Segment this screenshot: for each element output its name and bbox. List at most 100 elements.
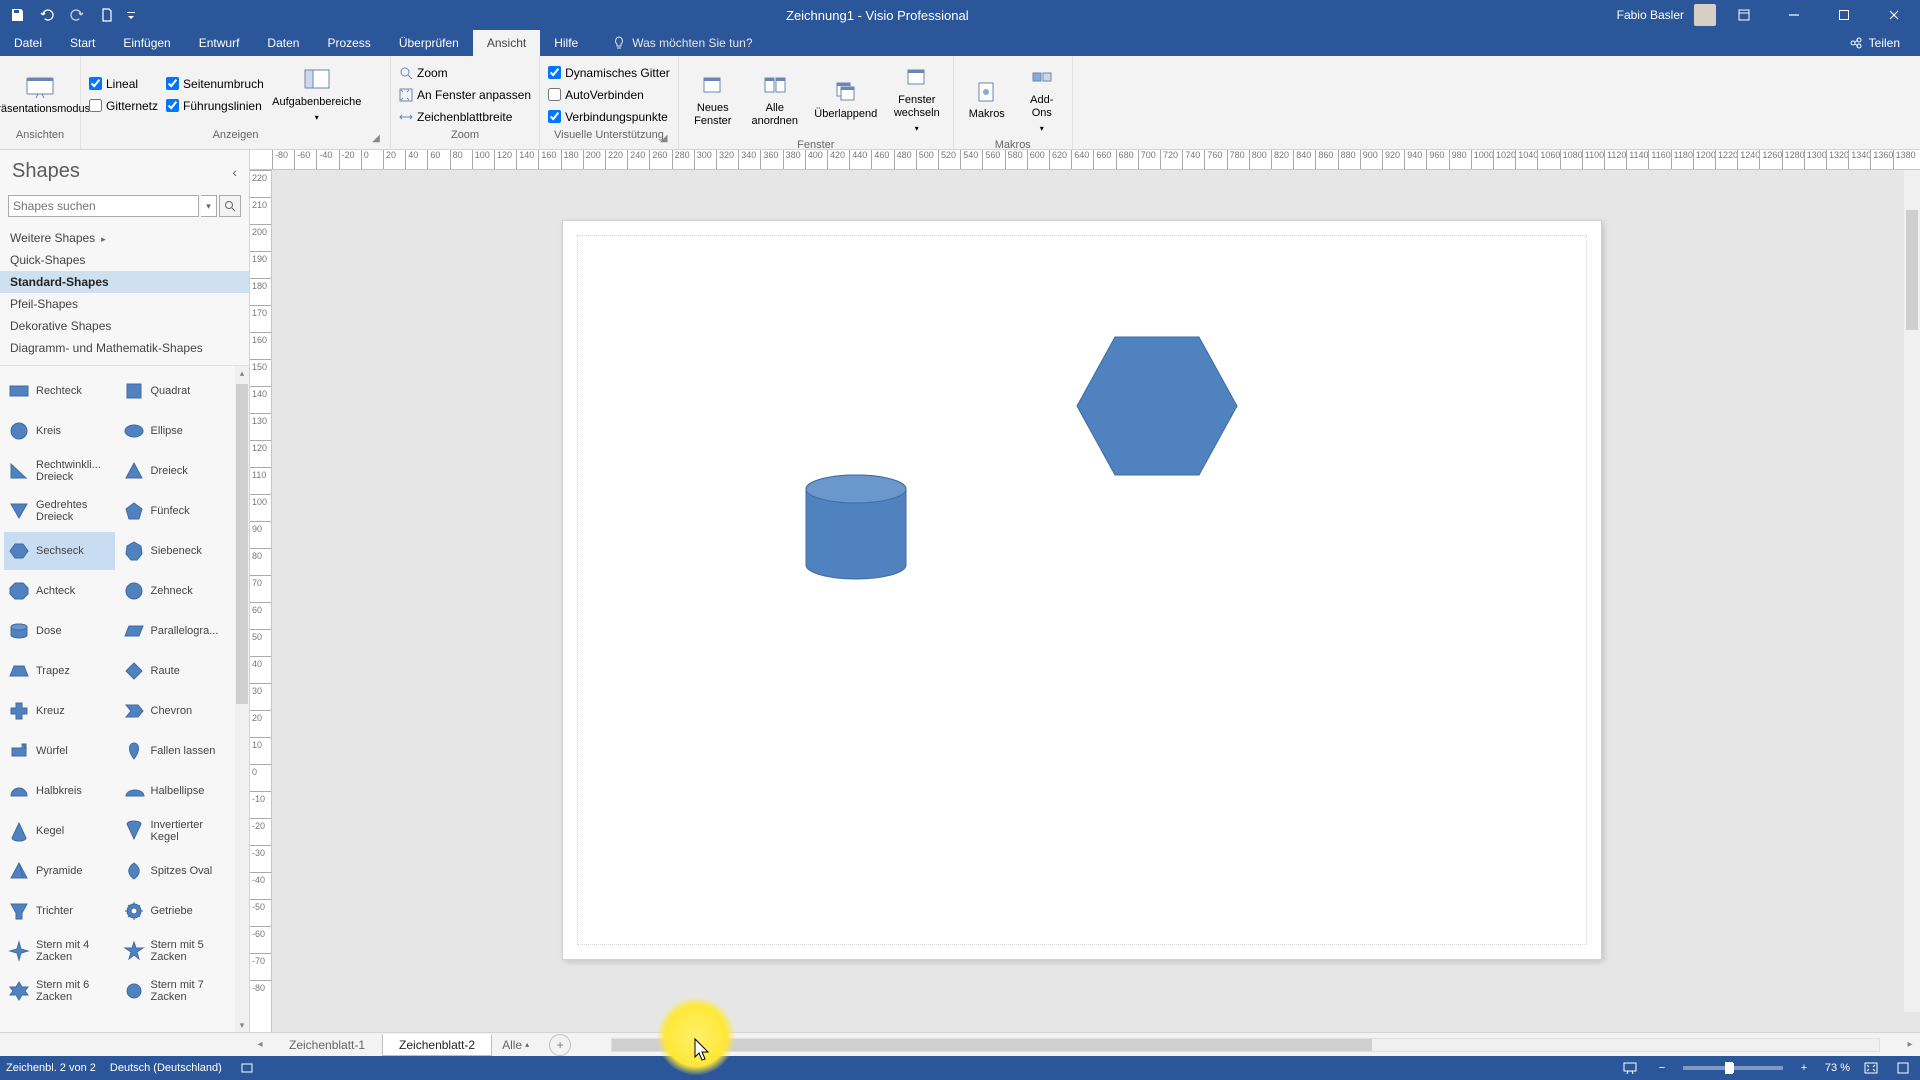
page-tab[interactable]: Zeichenblatt-1 xyxy=(272,1034,382,1056)
shape-item[interactable]: Achteck xyxy=(4,572,115,610)
shape-item[interactable]: Gedrehtes Dreieck xyxy=(4,492,115,530)
autoverbinden-checkbox[interactable]: AutoVerbinden xyxy=(548,85,670,105)
tab-entwurf[interactable]: Entwurf xyxy=(185,30,254,56)
shape-item[interactable]: Siebeneck xyxy=(119,532,230,570)
zoom-level[interactable]: 73 % xyxy=(1825,1062,1850,1074)
shape-item[interactable]: Zehneck xyxy=(119,572,230,610)
shape-dose[interactable] xyxy=(801,471,911,583)
fenster-wechseln-button[interactable]: Fenster wechseln ▾ xyxy=(889,60,945,139)
shapes-search-input[interactable] xyxy=(8,195,199,217)
shape-item[interactable]: Stern mit 6 Zacken xyxy=(4,972,115,1010)
zoom-button[interactable]: Zoom xyxy=(399,63,531,83)
shape-item[interactable]: Dreieck xyxy=(119,452,230,490)
verbindungspunkte-checkbox[interactable]: Verbindungspunkte xyxy=(548,107,670,127)
tab-start[interactable]: Start xyxy=(56,30,109,56)
shape-item[interactable]: Fünfeck xyxy=(119,492,230,530)
stencil-item[interactable]: Quick-Shapes xyxy=(0,249,249,271)
minimize-button[interactable] xyxy=(1772,0,1816,30)
addons-button[interactable]: Add-Ons ▾ xyxy=(1020,60,1064,139)
seitenumbruch-checkbox[interactable]: Seitenumbruch xyxy=(166,74,264,94)
dynamisches-gitter-checkbox[interactable]: Dynamisches Gitter xyxy=(548,63,670,83)
ribbon-display-options-button[interactable] xyxy=(1722,0,1766,30)
shape-item[interactable]: Stern mit 4 Zacken xyxy=(4,932,115,970)
redo-button[interactable] xyxy=(64,2,90,28)
add-page-button[interactable]: + xyxy=(549,1034,571,1056)
neues-fenster-button[interactable]: Neues Fenster xyxy=(687,68,739,132)
zoom-out-button[interactable]: − xyxy=(1651,1057,1673,1079)
shape-item[interactable]: Kreuz xyxy=(4,692,115,730)
shape-item[interactable]: Parallelogra... xyxy=(119,612,230,650)
language-status[interactable]: Deutsch (Deutschland) xyxy=(110,1062,222,1074)
stencil-item[interactable]: Weitere Shapes▸ xyxy=(0,227,249,249)
tab-datei[interactable]: Datei xyxy=(0,30,56,56)
shape-item[interactable]: Würfel xyxy=(4,732,115,770)
shape-item[interactable]: Spitzes Oval xyxy=(119,852,230,890)
share-button[interactable]: Teilen xyxy=(1869,36,1900,50)
new-doc-button[interactable] xyxy=(94,2,120,28)
shape-item[interactable]: Fallen lassen xyxy=(119,732,230,770)
shape-item[interactable]: Ellipse xyxy=(119,412,230,450)
close-button[interactable] xyxy=(1872,0,1916,30)
collapse-panel-button[interactable]: ‹ xyxy=(232,164,237,180)
fit-page-button[interactable] xyxy=(1860,1057,1882,1079)
shape-item[interactable]: Halbkreis xyxy=(4,772,115,810)
aufgabenbereiche-button[interactable]: Aufgabenbereiche ▾ xyxy=(272,62,362,128)
shape-item[interactable]: Pyramide xyxy=(4,852,115,890)
stencil-item[interactable]: Pfeil-Shapes xyxy=(0,293,249,315)
vertical-ruler[interactable]: 2202102001901801701601501401301201101009… xyxy=(250,170,272,1032)
dialog-launcher-icon[interactable]: ◢ xyxy=(370,133,382,145)
horizontal-scrollbar-thumb[interactable] xyxy=(612,1039,1372,1051)
shapes-scrollbar-thumb[interactable] xyxy=(236,384,248,704)
horizontal-scrollbar[interactable] xyxy=(611,1038,1880,1052)
shape-item[interactable]: Stern mit 5 Zacken xyxy=(119,932,230,970)
shape-item[interactable]: Raute xyxy=(119,652,230,690)
ueberlappend-button[interactable]: Überlappend xyxy=(811,74,881,125)
shapes-scrollbar[interactable]: ▴ ▾ xyxy=(235,366,249,1032)
user-avatar[interactable] xyxy=(1694,4,1716,26)
shape-item[interactable]: Dose xyxy=(4,612,115,650)
gitternetz-checkbox[interactable]: Gitternetz xyxy=(89,96,158,116)
search-dropdown-button[interactable]: ▾ xyxy=(201,195,217,217)
vertical-scrollbar-thumb[interactable] xyxy=(1906,210,1918,330)
shape-item[interactable]: Halbellipse xyxy=(119,772,230,810)
stencil-item[interactable]: Dekorative Shapes xyxy=(0,315,249,337)
save-button[interactable] xyxy=(4,2,30,28)
stencil-item[interactable]: Standard-Shapes xyxy=(0,271,249,293)
fuehrungslinien-checkbox[interactable]: Führungslinien xyxy=(166,96,264,116)
tab-überprüfen[interactable]: Überprüfen xyxy=(385,30,473,56)
zoom-in-button[interactable]: + xyxy=(1793,1057,1815,1079)
scroll-right-button[interactable]: ▸ xyxy=(1900,1039,1920,1050)
shape-sechseck[interactable] xyxy=(1073,333,1241,479)
shape-item[interactable]: Trichter xyxy=(4,892,115,930)
tab-daten[interactable]: Daten xyxy=(253,30,313,56)
presentation-view-button[interactable] xyxy=(1619,1057,1641,1079)
shape-item[interactable]: Rechtwinkli... Dreieck xyxy=(4,452,115,490)
canvas-viewport[interactable] xyxy=(272,170,1920,1032)
fit-window-button[interactable]: An Fenster anpassen xyxy=(399,85,531,105)
shape-item[interactable]: Quadrat xyxy=(119,372,230,410)
tab-ansicht[interactable]: Ansicht xyxy=(473,30,540,56)
macro-record-button[interactable] xyxy=(236,1057,258,1079)
page-width-button[interactable]: Zeichenblattbreite xyxy=(399,107,531,127)
sheet-nav-left[interactable]: ◂ xyxy=(252,1035,268,1055)
tab-einfügen[interactable]: Einfügen xyxy=(109,30,184,56)
shape-item[interactable]: Kegel xyxy=(4,812,115,850)
tab-hilfe[interactable]: Hilfe xyxy=(540,30,592,56)
full-screen-button[interactable] xyxy=(1892,1057,1914,1079)
stencil-item[interactable]: Diagramm- und Mathematik-Shapes xyxy=(0,337,249,359)
shape-item[interactable]: Invertierter Kegel xyxy=(119,812,230,850)
presentation-mode-button[interactable]: Präsentationsmodus xyxy=(8,69,72,120)
undo-button[interactable] xyxy=(34,2,60,28)
tab-prozess[interactable]: Prozess xyxy=(313,30,384,56)
shape-item[interactable]: Trapez xyxy=(4,652,115,690)
alle-anordnen-button[interactable]: Alle anordnen xyxy=(747,68,803,132)
shape-item[interactable]: Rechteck xyxy=(4,372,115,410)
shape-item[interactable]: Stern mit 7 Zacken xyxy=(119,972,230,1010)
vertical-scrollbar[interactable] xyxy=(1904,170,1920,1012)
shape-item[interactable]: Chevron xyxy=(119,692,230,730)
horizontal-ruler[interactable]: -80-60-40-200204060801001201401601802002… xyxy=(250,150,1920,170)
tell-me-search[interactable]: Was möchten Sie tun? xyxy=(612,30,752,56)
page-tab-all[interactable]: Alle ▴ xyxy=(492,1038,539,1052)
page-tab[interactable]: Zeichenblatt-2 xyxy=(382,1034,492,1056)
maximize-button[interactable] xyxy=(1822,0,1866,30)
